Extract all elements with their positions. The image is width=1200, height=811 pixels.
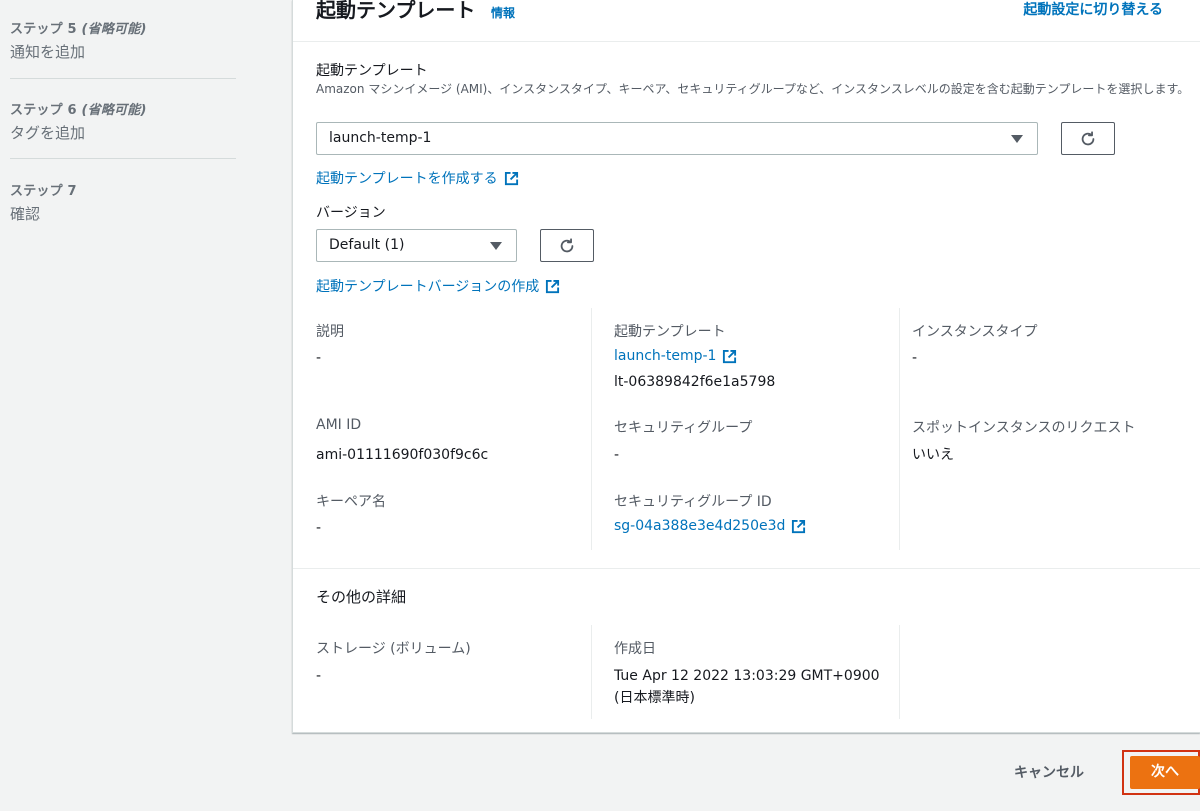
- launch-template-select[interactable]: launch-temp-1: [316, 122, 1038, 155]
- key-pair-value: -: [316, 520, 322, 536]
- version-select[interactable]: Default (1): [316, 229, 517, 262]
- wizard-steps-sidebar: ステップ 5 (省略可能) 通知を追加 ステップ 6 (省略可能) タグを追加 …: [0, 0, 250, 811]
- template-field-description: Amazon マシンイメージ (AMI)、インスタンスタイプ、キーペア、セキュリ…: [316, 82, 1190, 96]
- step-7[interactable]: ステップ 7 確認: [10, 180, 236, 224]
- created-date-key: 作成日: [614, 641, 656, 657]
- step-divider: [10, 78, 236, 79]
- description-value: -: [316, 350, 322, 366]
- step-5[interactable]: ステップ 5 (省略可能) 通知を追加: [10, 18, 236, 62]
- launch-template-selected-value: launch-temp-1: [329, 130, 432, 146]
- version-field-label: バージョン: [316, 205, 386, 221]
- external-link-icon: [504, 171, 518, 185]
- column-divider: [899, 308, 900, 550]
- create-template-version-text: 起動テンプレートバージョンの作成: [316, 279, 540, 295]
- next-button[interactable]: 次へ: [1130, 756, 1200, 789]
- template-detail-link[interactable]: launch-temp-1: [614, 348, 737, 364]
- column-divider: [591, 625, 592, 719]
- launch-template-panel: 起動テンプレート 情報 起動設定に切り替える 起動テンプレート Amazon マ…: [292, 0, 1200, 733]
- external-link-icon: [723, 349, 737, 363]
- step-divider: [10, 158, 236, 159]
- security-group-value: -: [614, 447, 620, 463]
- refresh-icon: [560, 237, 574, 252]
- step-5-title: 通知を追加: [10, 43, 86, 61]
- create-launch-template-text: 起動テンプレートを作成する: [316, 171, 498, 187]
- storage-value: -: [316, 668, 322, 684]
- description-key: 説明: [316, 324, 344, 340]
- panel-title: 起動テンプレート: [316, 0, 476, 22]
- create-template-version-link[interactable]: 起動テンプレートバージョンの作成: [316, 276, 560, 296]
- info-link[interactable]: 情報: [491, 4, 515, 21]
- panel-header: 起動テンプレート 情報 起動設定に切り替える: [293, 0, 1200, 42]
- template-field-label: 起動テンプレート: [316, 63, 428, 79]
- refresh-templates-button[interactable]: [1061, 122, 1115, 155]
- switch-to-launch-config-link[interactable]: 起動設定に切り替える: [1023, 0, 1163, 19]
- template-id-value: lt-06389842f6e1a5798: [614, 374, 776, 390]
- external-link-icon: [546, 279, 560, 293]
- step-6[interactable]: ステップ 6 (省略可能) タグを追加: [10, 99, 236, 143]
- key-pair-key: キーペア名: [316, 494, 386, 510]
- column-divider: [591, 308, 592, 550]
- refresh-icon: [1081, 130, 1095, 145]
- instance-type-value: -: [912, 350, 918, 366]
- caret-down-icon: [490, 242, 502, 250]
- security-group-key: セキュリティグループ: [614, 420, 753, 436]
- step-6-optional: (省略可能): [81, 103, 147, 118]
- created-date-value: Tue Apr 12 2022 13:03:29 GMT+0900: [614, 668, 880, 684]
- security-group-id-link-text: sg-04a388e3e4d250e3d: [614, 518, 786, 534]
- created-date-timezone: (日本標準時): [614, 690, 695, 706]
- step-7-label: ステップ 7: [10, 180, 236, 199]
- storage-key: ストレージ (ボリューム): [316, 641, 471, 657]
- ami-id-key: AMI ID: [316, 417, 362, 433]
- instance-type-key: インスタンスタイプ: [912, 324, 1038, 340]
- security-group-id-link[interactable]: sg-04a388e3e4d250e3d: [614, 518, 806, 534]
- version-selected-value: Default (1): [329, 237, 405, 253]
- spot-request-key: スポットインスタンスのリクエスト: [912, 420, 1136, 436]
- step-6-title: タグを追加: [10, 124, 86, 142]
- ami-id-value: ami-01111690f030f9c6c: [316, 447, 489, 463]
- step-6-label: ステップ 6 (省略可能): [10, 99, 236, 118]
- step-6-number: ステップ 6: [10, 103, 77, 118]
- template-key: 起動テンプレート: [614, 324, 726, 340]
- security-group-id-key: セキュリティグループ ID: [614, 494, 772, 510]
- create-launch-template-link[interactable]: 起動テンプレートを作成する: [316, 168, 519, 188]
- refresh-versions-button[interactable]: [540, 229, 594, 262]
- caret-down-icon: [1011, 135, 1023, 143]
- other-details-title: その他の詳細: [316, 588, 407, 606]
- step-7-title: 確認: [10, 205, 41, 223]
- section-divider: [293, 568, 1200, 569]
- column-divider: [899, 625, 900, 719]
- external-link-icon: [792, 519, 806, 533]
- template-detail-link-text: launch-temp-1: [614, 348, 717, 364]
- spot-request-value: いいえ: [912, 447, 954, 463]
- step-5-number: ステップ 5: [10, 22, 77, 37]
- step-5-label: ステップ 5 (省略可能): [10, 18, 236, 37]
- cancel-button[interactable]: キャンセル: [1014, 762, 1084, 782]
- step-5-optional: (省略可能): [81, 22, 147, 37]
- step-7-number: ステップ 7: [10, 184, 77, 199]
